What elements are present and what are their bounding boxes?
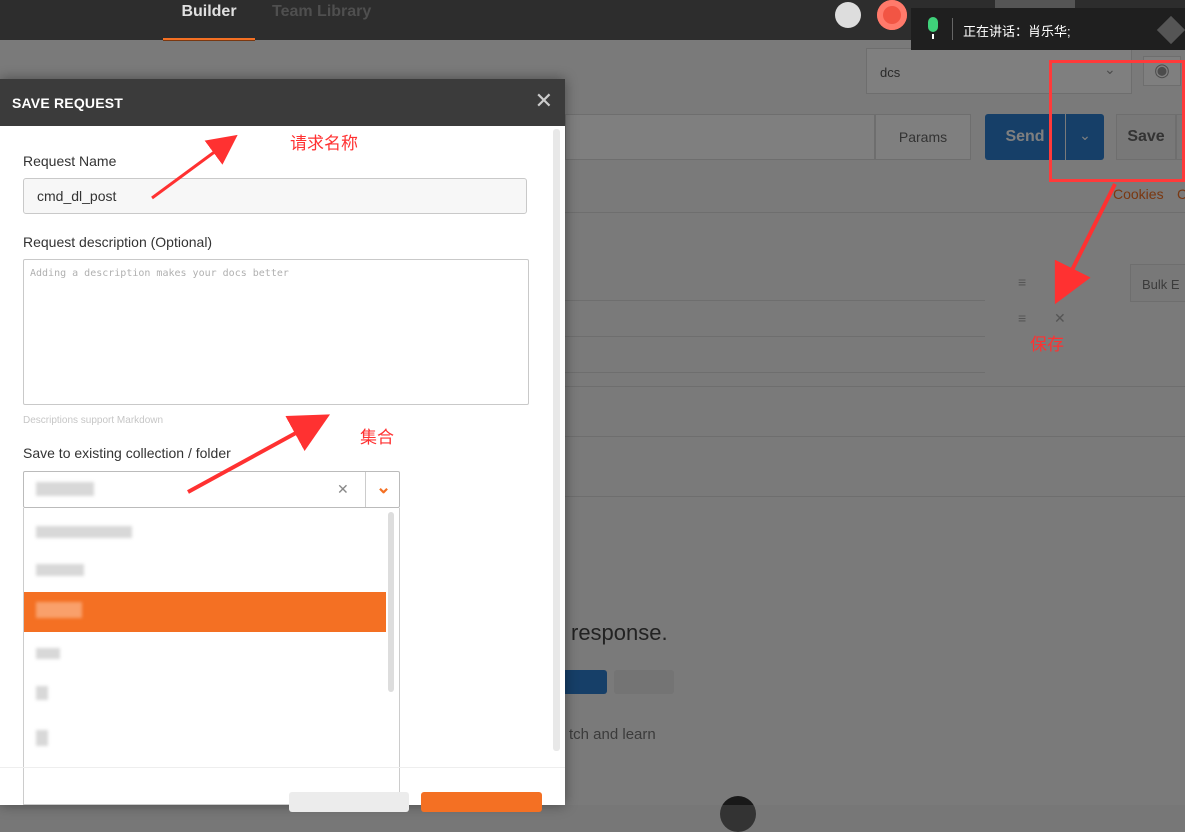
arrow-to-request-name [151,134,238,200]
arrow-to-collection [187,414,331,494]
arrow-to-save [1054,183,1117,305]
annotation-arrows [151,134,1117,494]
